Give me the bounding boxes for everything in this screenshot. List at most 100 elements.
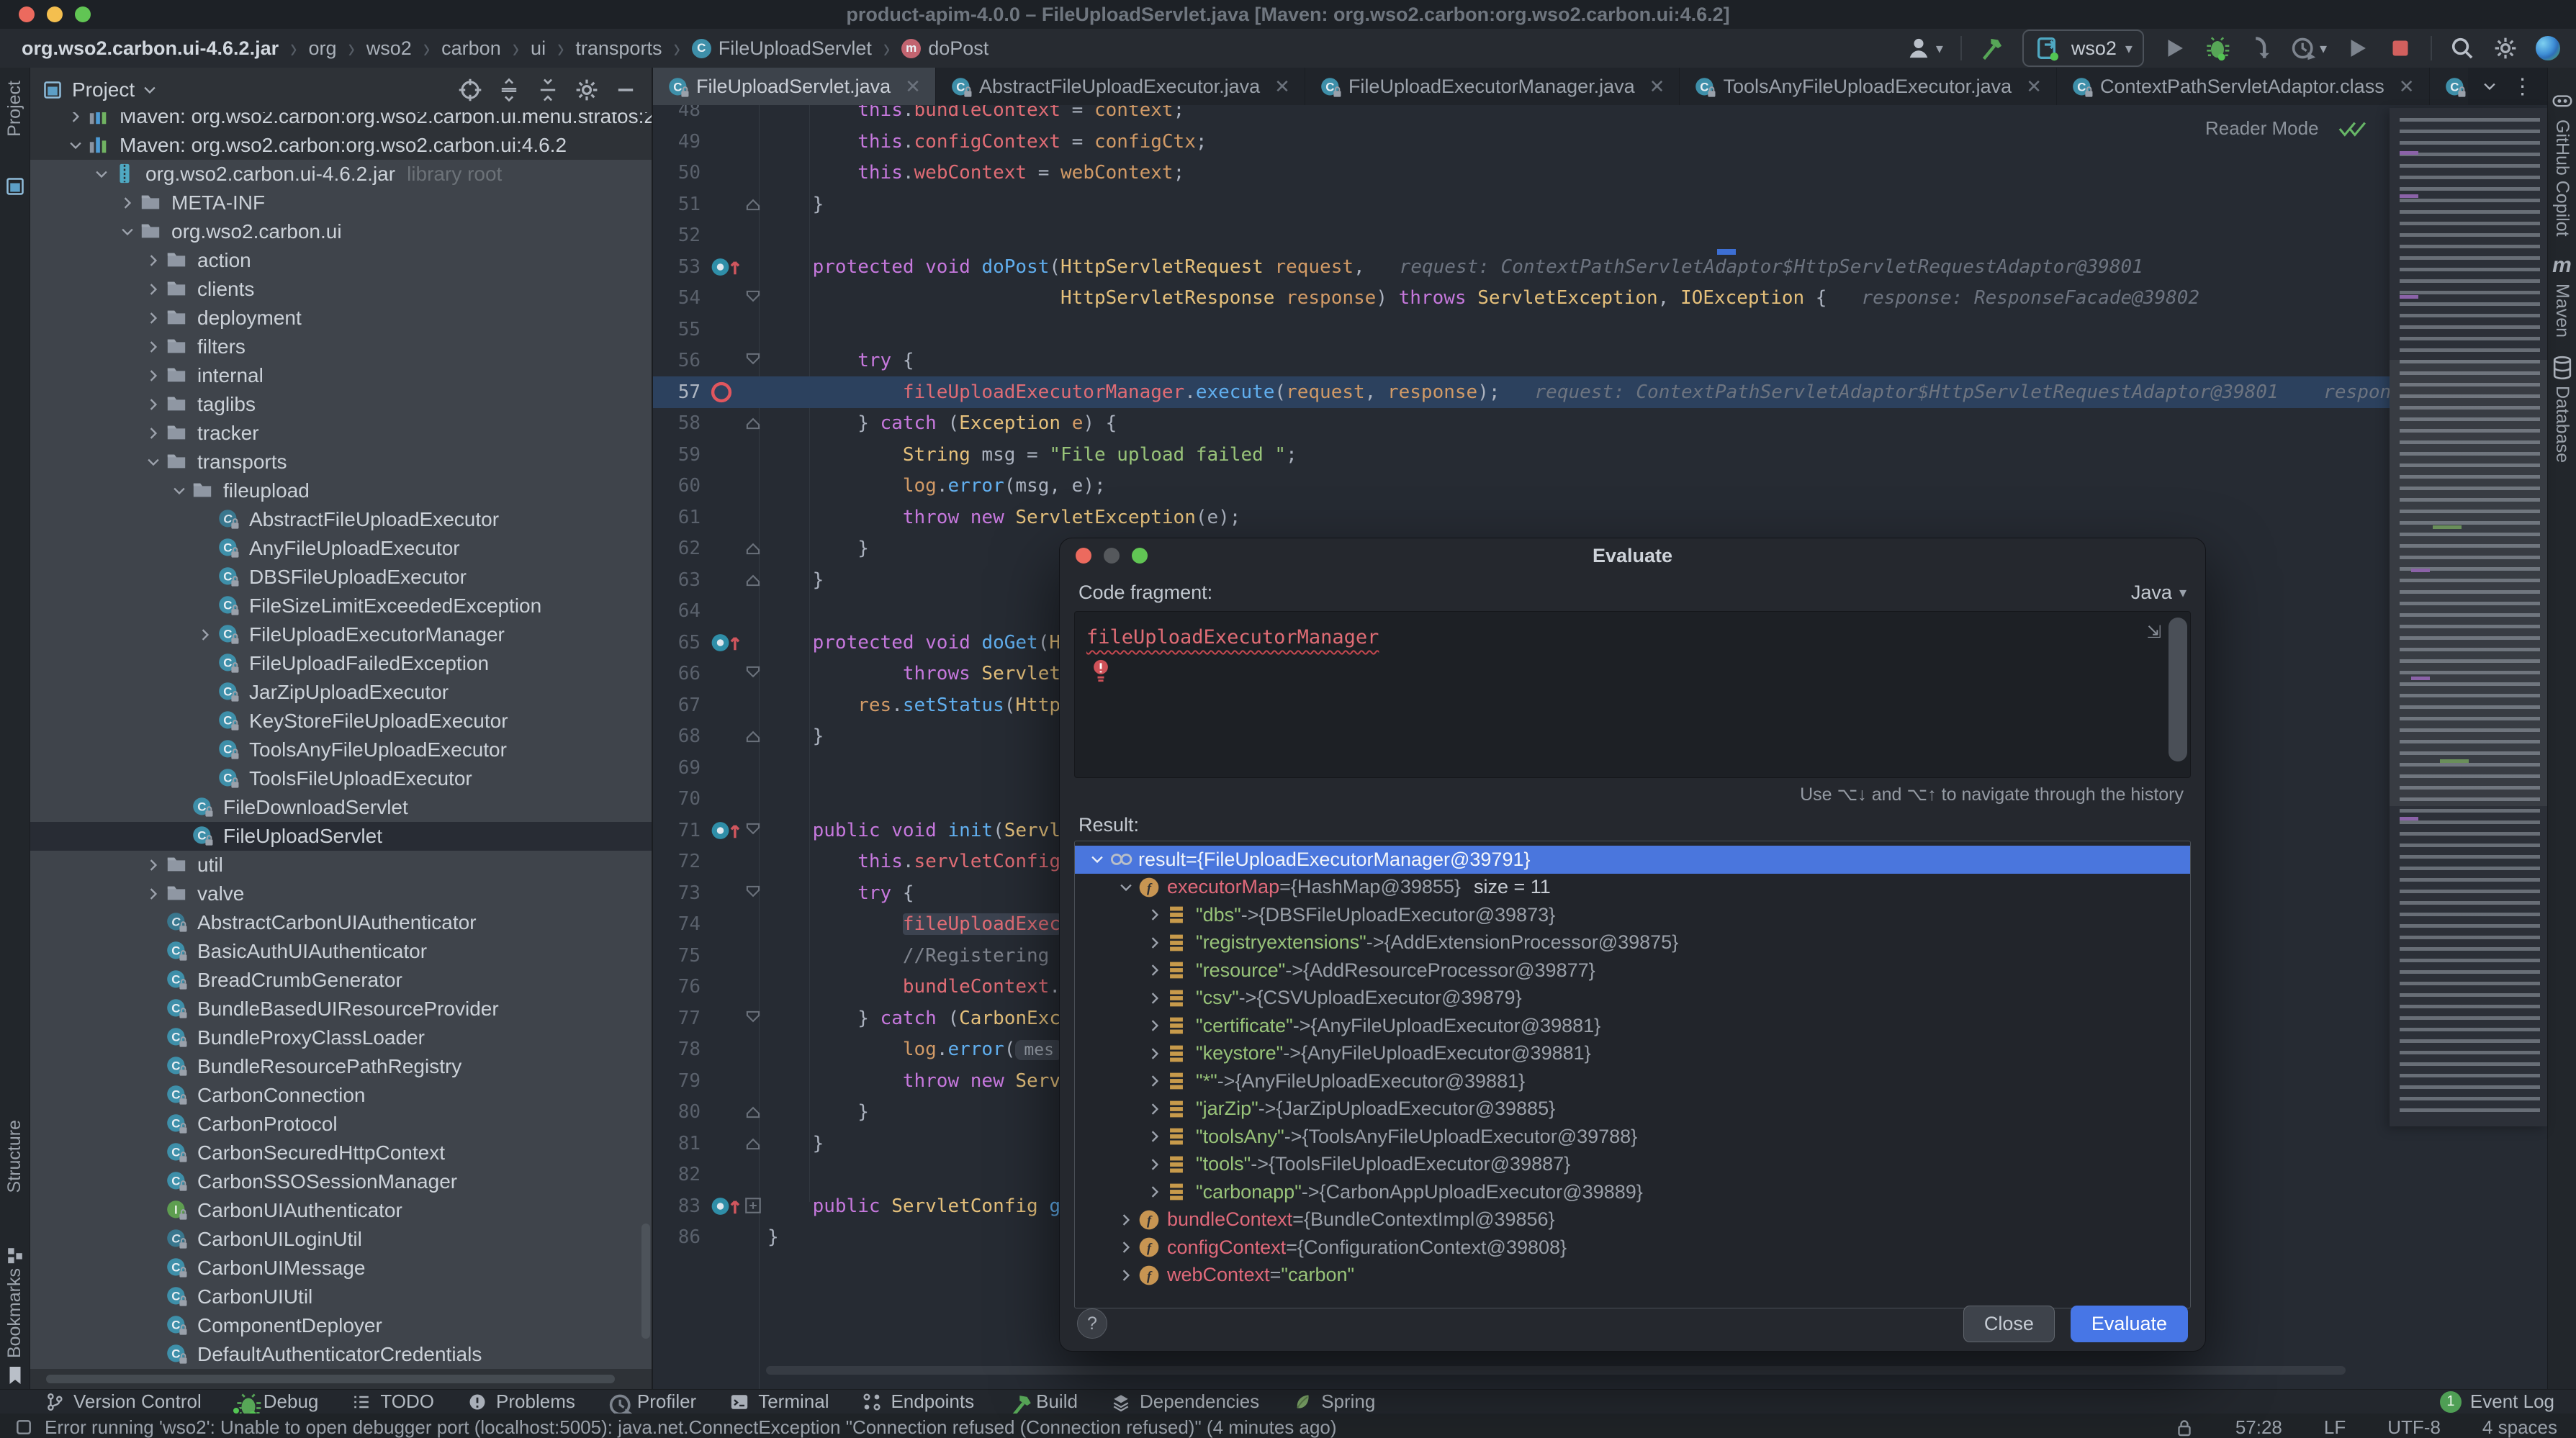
chevron-right-icon[interactable] — [1143, 962, 1167, 978]
tree-row[interactable]: CFileSizeLimitExceededException — [30, 592, 652, 620]
result-row[interactable]: fexecutorMap = {HashMap@39855}size = 11 — [1075, 874, 2190, 902]
breadcrumb-item[interactable]: ui — [531, 37, 546, 60]
override-method-icon[interactable] — [709, 255, 747, 279]
chevron-down-icon[interactable] — [89, 166, 114, 182]
tree-row[interactable]: META-INF — [30, 189, 652, 217]
chevron-right-icon[interactable] — [1143, 1101, 1167, 1117]
chevron-right-icon[interactable] — [141, 886, 166, 902]
hide-panel-icon[interactable] — [611, 76, 640, 104]
fold-marker-icon[interactable] — [744, 664, 762, 682]
structure-icon[interactable] — [5, 1245, 25, 1265]
search-everywhere-button[interactable] — [2449, 35, 2475, 61]
chevron-right-icon[interactable] — [1114, 1239, 1138, 1255]
result-row[interactable]: result = {FileUploadExecutorManager@3979… — [1075, 846, 2190, 874]
fold-marker-icon[interactable] — [744, 570, 762, 589]
horizontal-scrollbar[interactable] — [46, 1375, 615, 1383]
code-line[interactable]: 51 } — [653, 189, 2576, 220]
toolwindow-button-terminal[interactable]: Terminal — [729, 1390, 829, 1413]
override-method-icon[interactable] — [709, 818, 747, 843]
tree-row[interactable]: action — [30, 246, 652, 275]
editor-tab[interactable]: CFileUploadServlet.java✕ — [653, 68, 936, 105]
chevron-down-icon[interactable] — [1114, 879, 1138, 895]
chevron-right-icon[interactable] — [1143, 907, 1167, 923]
chevron-right-icon[interactable] — [193, 627, 217, 643]
result-row[interactable]: "carbonapp" -> {CarbonAppUploadExecutor@… — [1075, 1178, 2190, 1206]
chevron-right-icon[interactable] — [1143, 1129, 1167, 1144]
chevron-right-icon[interactable] — [1143, 1018, 1167, 1034]
ide-sphere-icon[interactable] — [2536, 36, 2560, 60]
result-row[interactable]: "toolsAny" -> {ToolsAnyFileUploadExecuto… — [1075, 1123, 2190, 1151]
tree-row[interactable]: CCarbonUIUtil — [30, 1283, 652, 1311]
collapse-all-icon[interactable] — [533, 76, 562, 104]
toolwindow-button-build[interactable]: Build — [1007, 1390, 1078, 1413]
breadcrumb-item[interactable]: wso2 — [366, 37, 412, 60]
toolwindow-button-todo[interactable]: TODO — [351, 1390, 434, 1413]
tree-row[interactable]: CCarbonUILoginUtil — [30, 1225, 652, 1254]
breadcrumb-item[interactable]: org — [308, 37, 336, 60]
toolwindow-button-dependencies[interactable]: Dependencies — [1111, 1390, 1259, 1413]
editor-tab[interactable]: CFileUploadExecutorManager.java✕ — [1305, 68, 1680, 105]
chevron-right-icon[interactable] — [1143, 1046, 1167, 1062]
tree-row[interactable]: transports — [30, 448, 652, 476]
result-row[interactable]: "csv" -> {CSVUploadExecutor@39879} — [1075, 985, 2190, 1013]
input-scrollbar[interactable] — [2169, 618, 2187, 761]
result-row[interactable]: "keystore" -> {AnyFileUploadExecutor@398… — [1075, 1040, 2190, 1068]
database-icon[interactable] — [2552, 356, 2573, 380]
close-tab-icon[interactable]: ✕ — [2399, 76, 2415, 98]
status-widget[interactable]: 57:28 — [2235, 1416, 2282, 1438]
status-widget[interactable]: LF — [2324, 1416, 2346, 1438]
editor-tab[interactable]: CContextPathServletAdaptor.class✕ — [2057, 68, 2430, 105]
code-fragment-input[interactable]: fileUploadExecutorManager ⇲ — [1074, 611, 2191, 778]
code-line[interactable]: 57 fileUploadExecutorManager.execute(req… — [653, 376, 2576, 408]
tree-row[interactable]: util — [30, 851, 652, 879]
chevron-down-icon[interactable] — [142, 82, 158, 98]
status-widget[interactable]: 4 spaces — [2482, 1416, 2557, 1438]
expand-all-icon[interactable] — [495, 76, 523, 104]
evaluate-button[interactable]: Evaluate — [2071, 1306, 2188, 1342]
chevron-down-icon[interactable] — [115, 224, 140, 240]
tree-row[interactable]: CFileUploadFailedException — [30, 649, 652, 678]
run-secondary-button[interactable] — [2344, 35, 2370, 61]
chevron-right-icon[interactable] — [141, 339, 166, 355]
hidden-tabs-icon[interactable] — [2482, 78, 2498, 94]
chevron-right-icon[interactable] — [1143, 1073, 1167, 1089]
tree-row[interactable]: tracker — [30, 419, 652, 448]
toolwindow-button-endpoints[interactable]: Endpoints — [862, 1390, 974, 1413]
editor-horizontal-scrollbar[interactable] — [766, 1366, 2346, 1375]
tree-row[interactable]: filters — [30, 333, 652, 361]
toolwindow-button-debug[interactable]: Debug — [235, 1390, 319, 1413]
result-row[interactable]: "registryextensions" -> {AddExtensionPro… — [1075, 929, 2190, 957]
chevron-right-icon[interactable] — [1143, 935, 1167, 951]
chevron-down-icon[interactable] — [1085, 851, 1109, 867]
chevron-right-icon[interactable] — [1114, 1267, 1138, 1283]
fold-marker-icon[interactable] — [744, 820, 762, 839]
result-row[interactable]: "tools" -> {ToolsFileUploadExecutor@3988… — [1075, 1151, 2190, 1179]
run-button[interactable] — [2161, 35, 2187, 61]
vertical-scrollbar[interactable] — [641, 1224, 650, 1339]
chevron-down-icon[interactable] — [167, 483, 192, 499]
bookmark-icon[interactable] — [6, 1365, 24, 1386]
result-row[interactable]: fbundleContext = {BundleContextImpl@3985… — [1075, 1206, 2190, 1234]
minimize-window-button[interactable] — [47, 6, 63, 22]
result-row[interactable]: "resource" -> {AddResourceProcessor@3987… — [1075, 957, 2190, 985]
tree-row[interactable]: org.wso2.carbon.ui — [30, 217, 652, 246]
tree-row[interactable]: CCarbonConnection — [30, 1081, 652, 1110]
code-line[interactable]: 55 — [653, 314, 2576, 345]
tree-row[interactable]: CBundleResourcePathRegistry — [30, 1052, 652, 1081]
tree-row[interactable]: CFileUploadExecutorManager — [30, 620, 652, 649]
sidebar-item-maven[interactable]: Maven — [2548, 284, 2576, 338]
code-line[interactable]: 58 } catch (Exception e) { — [653, 407, 2576, 439]
tree-row[interactable]: CDefaultAuthenticatorCredentials — [30, 1340, 652, 1369]
code-minimap[interactable] — [2390, 108, 2547, 1126]
chevron-right-icon[interactable] — [1143, 1184, 1167, 1200]
tree-row[interactable]: valve — [30, 879, 652, 908]
fold-marker-icon[interactable] — [744, 1008, 762, 1027]
result-row[interactable]: "dbs" -> {DBSFileUploadExecutor@39873} — [1075, 901, 2190, 929]
code-line[interactable]: 56 try { — [653, 345, 2576, 376]
chevron-down-icon[interactable] — [63, 137, 88, 153]
maven-icon[interactable]: m — [2552, 253, 2572, 278]
tree-row[interactable]: CKeyStoreFileUploadExecutor — [30, 707, 652, 736]
chevron-right-icon[interactable] — [141, 368, 166, 384]
tree-row[interactable]: CComponentDeployer — [30, 1311, 652, 1340]
tree-row[interactable]: CToolsFileUploadExecutor — [30, 764, 652, 793]
